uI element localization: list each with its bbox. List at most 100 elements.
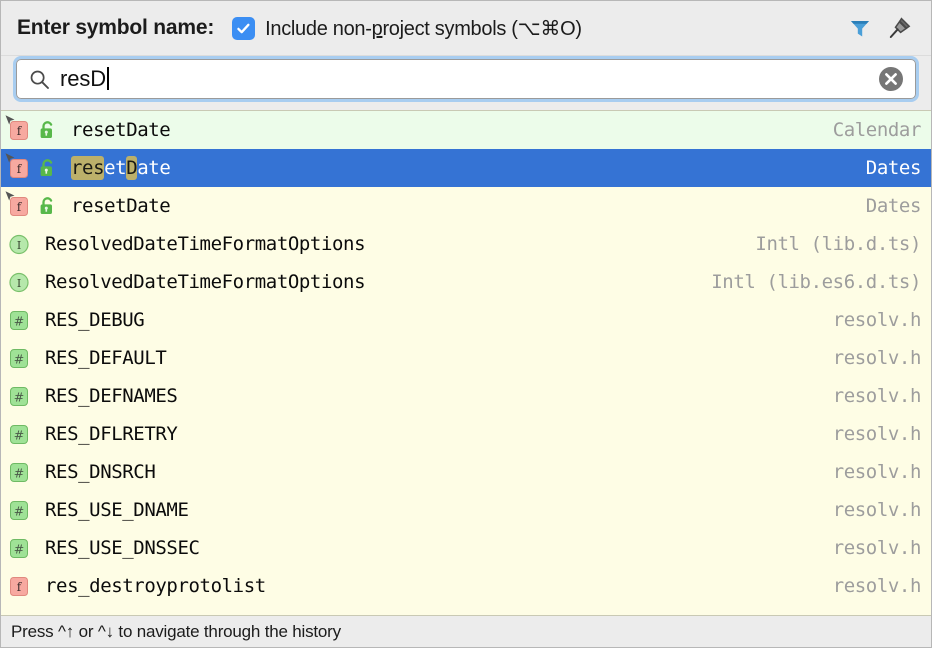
svg-text:I: I — [17, 277, 21, 290]
result-row[interactable]: I ResolvedDateTimeFormatOptions Intl (lib.… — [1, 263, 931, 301]
result-location: resolv.h — [832, 575, 922, 597]
function-icon: f — [8, 574, 32, 599]
svg-text:I: I — [17, 239, 21, 252]
result-row[interactable]: # RES_DNSRCH resolv.h — [1, 453, 931, 491]
checkbox-label-after: roject symbols (⌥⌘O) — [382, 17, 582, 40]
result-icon-group: # — [8, 498, 32, 523]
result-location: Calendar — [832, 119, 922, 141]
checkbox-label-before: Include non- — [265, 17, 372, 40]
result-symbol-name: ResolvedDateTimeFormatOptions — [45, 233, 366, 255]
result-location: Intl (lib.es6.d.ts) — [711, 271, 921, 293]
checkbox-checked-icon[interactable] — [232, 16, 256, 40]
result-symbol-name: RES_DEFNAMES — [45, 385, 178, 407]
svg-text:#: # — [14, 351, 24, 366]
filter-funnel-icon[interactable] — [843, 11, 877, 45]
result-icon-group: # — [8, 308, 32, 333]
result-row[interactable]: f resetDate Dates — [1, 149, 931, 187]
interface-icon: I — [8, 270, 32, 295]
result-row[interactable]: # RES_DEFNAMES resolv.h — [1, 377, 931, 415]
clear-search-button[interactable] — [877, 65, 905, 93]
result-icon-group: f — [8, 574, 32, 599]
function-file-icon: f — [5, 114, 32, 143]
result-icon-group: # — [8, 346, 32, 371]
result-symbol-name: resetDate — [71, 156, 171, 180]
popup-header: Enter symbol name: Include non-project s… — [1, 1, 931, 56]
macro-define-icon: # — [8, 498, 32, 523]
result-location: resolv.h — [832, 385, 922, 407]
include-non-project-symbols-checkbox[interactable]: Include non-project symbols (⌥⌘O) — [232, 16, 582, 41]
macro-define-icon: # — [8, 422, 32, 447]
function-file-icon: f — [5, 152, 32, 181]
macro-define-icon: # — [8, 536, 32, 561]
result-symbol-name: RES_DEFAULT — [45, 347, 167, 369]
unlocked-padlock-icon — [36, 156, 58, 180]
result-location: Dates — [865, 195, 922, 217]
result-location: resolv.h — [832, 347, 922, 369]
result-symbol-name: RES_USE_DNSSEC — [45, 537, 200, 559]
result-row[interactable]: f resetDate Dates — [1, 187, 931, 225]
result-location: Intl (lib.d.ts) — [755, 233, 921, 255]
svg-text:#: # — [14, 465, 24, 480]
result-location: resolv.h — [832, 537, 922, 559]
result-row[interactable]: I ResolvedDateTimeFormatOptions Intl (lib.… — [1, 225, 931, 263]
result-row[interactable]: f resetDate Calendar — [1, 111, 931, 149]
result-icon-group: # — [8, 536, 32, 561]
search-everywhere-popup: Enter symbol name: Include non-project s… — [0, 0, 932, 648]
search-results-list[interactable]: f resetDate Calendar f resetDate Dates f resetD… — [1, 110, 931, 615]
result-icon-group: # — [8, 460, 32, 485]
result-symbol-name: RES_USE_DNAME — [45, 499, 189, 521]
search-input-value: resD — [60, 66, 107, 91]
svg-text:#: # — [14, 313, 24, 328]
result-location: Dates — [865, 157, 922, 179]
macro-define-icon: # — [8, 308, 32, 333]
cursor-pointer-badge-icon — [4, 190, 19, 205]
result-row[interactable]: # RES_USE_DNAME resolv.h — [1, 491, 931, 529]
result-icon-group: # — [8, 384, 32, 409]
search-focus-ring: resD — [13, 56, 919, 102]
cursor-pointer-badge-icon — [4, 152, 19, 167]
search-input-container[interactable]: resD — [16, 59, 916, 99]
cursor-pointer-badge-icon — [4, 114, 19, 129]
result-row[interactable]: # RES_DFLRETRY resolv.h — [1, 415, 931, 453]
macro-define-icon: # — [8, 384, 32, 409]
result-row[interactable]: # RES_USE_DNSSEC resolv.h — [1, 529, 931, 567]
result-symbol-name: resetDate — [71, 119, 171, 141]
result-symbol-name: resetDate — [71, 195, 171, 217]
result-symbol-name: ResolvedDateTimeFormatOptions — [45, 271, 366, 293]
checkbox-label: Include non-project symbols (⌥⌘O) — [265, 16, 582, 41]
unlocked-padlock-icon — [36, 118, 58, 142]
search-icon — [29, 69, 50, 90]
result-icon-group: f — [5, 190, 58, 219]
svg-text:#: # — [14, 541, 24, 556]
svg-text:#: # — [14, 389, 24, 404]
result-location: resolv.h — [832, 461, 922, 483]
result-icon-group: # — [8, 422, 32, 447]
result-icon-group: f — [5, 114, 58, 143]
pushpin-icon[interactable] — [883, 11, 917, 45]
result-symbol-name: RES_DFLRETRY — [45, 423, 178, 445]
result-row[interactable]: f res_destroyprotolist resolv.h — [1, 567, 931, 605]
svg-text:#: # — [14, 427, 24, 442]
search-area: resD — [1, 56, 931, 110]
search-input[interactable]: resD — [60, 66, 877, 92]
text-caret — [107, 67, 110, 90]
unlocked-padlock-icon — [36, 194, 58, 218]
interface-icon: I — [8, 232, 32, 257]
function-file-icon: f — [5, 190, 32, 219]
status-bar-text: Press ^↑ or ^↓ to navigate through the h… — [11, 621, 341, 641]
result-location: resolv.h — [832, 423, 922, 445]
macro-define-icon: # — [8, 346, 32, 371]
result-location: resolv.h — [832, 499, 922, 521]
result-icon-group: I — [8, 270, 32, 295]
status-bar: Press ^↑ or ^↓ to navigate through the h… — [1, 615, 931, 647]
checkbox-label-mnemonic: p — [371, 17, 383, 40]
svg-text:#: # — [14, 503, 24, 518]
result-symbol-name: RES_DEBUG — [45, 309, 145, 331]
result-symbol-name: RES_DNSRCH — [45, 461, 156, 483]
result-icon-group: I — [8, 232, 32, 257]
result-symbol-name: res_destroyprotolist — [45, 575, 266, 597]
macro-define-icon: # — [8, 460, 32, 485]
result-row[interactable]: # RES_DEBUG resolv.h — [1, 301, 931, 339]
result-row[interactable]: # RES_DEFAULT resolv.h — [1, 339, 931, 377]
page-title: Enter symbol name: — [17, 16, 215, 39]
